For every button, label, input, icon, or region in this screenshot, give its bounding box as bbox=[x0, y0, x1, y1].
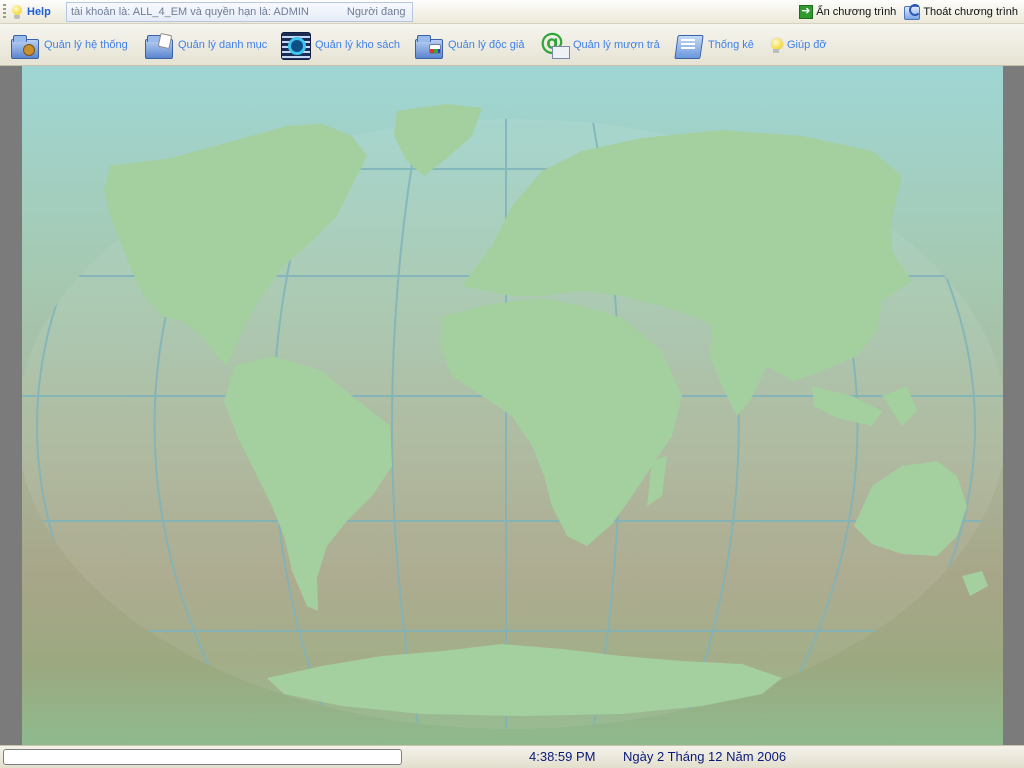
toolbar-reader-management[interactable]: Quản lý độc giả bbox=[413, 30, 524, 60]
top-menu-bar: Help tài khoản là: ALL_4_EM và quyền hạn… bbox=[0, 0, 1024, 24]
toolbar-book-stock-management[interactable]: Quản lý kho sách bbox=[280, 30, 400, 60]
help-menu[interactable]: Help bbox=[10, 3, 51, 21]
statistics-folder-icon bbox=[673, 30, 705, 60]
toolbar-borrow-return-management[interactable]: Quản lý mượn trả bbox=[538, 28, 660, 60]
main-toolbar: Quản lý hệ thống Quản lý danh mục Quản l… bbox=[0, 24, 1024, 66]
email-at-icon bbox=[538, 28, 570, 60]
account-info-trailing-text: Người đang bbox=[346, 6, 406, 18]
status-progress-field bbox=[3, 749, 402, 765]
toolbar-system-management-label: Quản lý hệ thống bbox=[44, 39, 128, 51]
toolbar-catalog-management-label: Quản lý danh mục bbox=[178, 39, 268, 51]
exit-program-button[interactable]: Thoát chương trình bbox=[904, 4, 1018, 20]
account-info-marquee: tài khoản là: ALL_4_EM và quyền hạn là: … bbox=[66, 2, 413, 22]
system-folder-icon bbox=[9, 30, 41, 60]
toolbar-statistics[interactable]: Thống kê bbox=[673, 30, 754, 60]
status-bar: 4:38:59 PM Ngày 2 Tháng 12 Năm 2006 bbox=[0, 745, 1024, 768]
status-clock: 4:38:59 PM bbox=[529, 749, 596, 764]
reader-folder-icon bbox=[413, 30, 445, 60]
toolbar-grip-handle[interactable] bbox=[3, 4, 6, 20]
toolbar-help[interactable]: Giúp đỡ bbox=[768, 30, 827, 60]
help-menu-label: Help bbox=[27, 6, 51, 18]
exit-icon bbox=[904, 4, 922, 20]
hide-arrow-icon bbox=[799, 4, 814, 19]
lightbulb-icon bbox=[768, 36, 784, 54]
toolbar-reader-management-label: Quản lý độc giả bbox=[448, 39, 525, 51]
status-date: Ngày 2 Tháng 12 Năm 2006 bbox=[623, 749, 787, 764]
world-map-graphic bbox=[22, 104, 1003, 729]
toolbar-statistics-label: Thống kê bbox=[708, 39, 754, 51]
hide-program-label: Ẩn chương trình bbox=[816, 6, 897, 18]
book-stock-icon bbox=[280, 30, 312, 60]
toolbar-book-stock-management-label: Quản lý kho sách bbox=[315, 39, 400, 51]
lightbulb-icon bbox=[10, 4, 24, 20]
account-info-text: tài khoản là: ALL_4_EM và quyền hạn là: … bbox=[71, 6, 309, 18]
left-border-panel bbox=[0, 66, 22, 745]
hide-program-button[interactable]: Ẩn chương trình bbox=[799, 4, 897, 19]
world-map-background bbox=[22, 66, 1003, 745]
toolbar-system-management[interactable]: Quản lý hệ thống bbox=[9, 30, 128, 60]
toolbar-help-label: Giúp đỡ bbox=[787, 39, 827, 51]
toolbar-catalog-management[interactable]: Quản lý danh mục bbox=[143, 30, 267, 60]
exit-program-label: Thoát chương trình bbox=[923, 6, 1018, 18]
right-border-panel bbox=[1003, 66, 1024, 745]
window-actions: Ẩn chương trình Thoát chương trình bbox=[799, 3, 1018, 21]
catalog-folder-icon bbox=[143, 30, 175, 60]
toolbar-borrow-return-management-label: Quản lý mượn trả bbox=[573, 39, 660, 51]
